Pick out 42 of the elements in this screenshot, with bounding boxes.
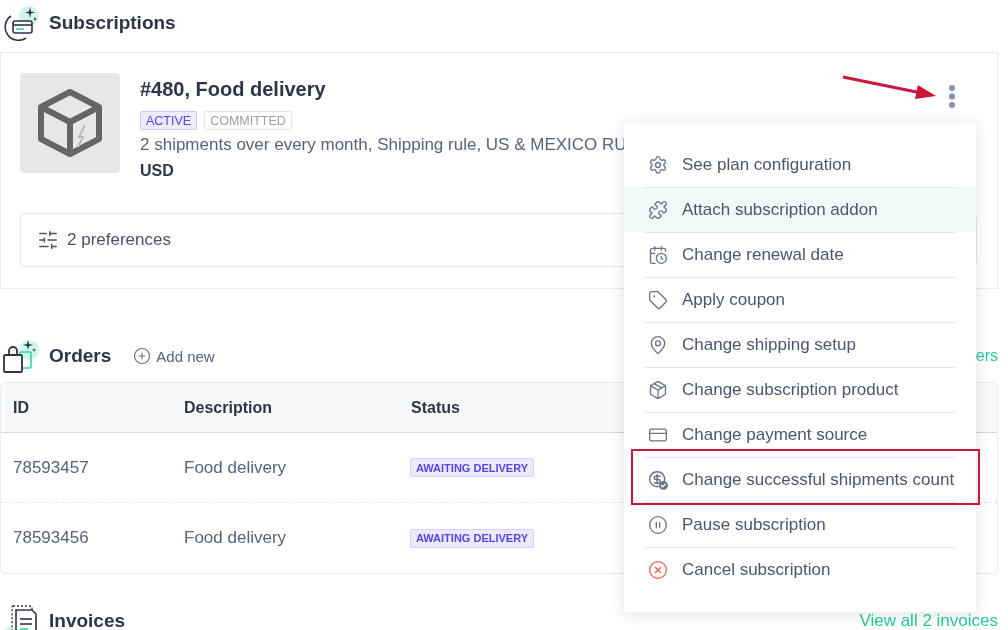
table-cell: 78593457 — [13, 457, 89, 478]
menu-item[interactable]: Change payment source — [624, 412, 976, 457]
box-icon — [648, 380, 668, 400]
gear-icon — [648, 154, 668, 175]
sliders-icon — [37, 229, 59, 251]
status-badge: AWAITING DELIVERY — [410, 528, 535, 548]
table-cell: Food delivery — [184, 528, 287, 548]
status-badge: COMMITTED — [204, 111, 292, 130]
shopping-bag-icon — [2, 339, 40, 373]
plus-circle-icon — [133, 347, 152, 365]
calendar-clock-icon — [648, 245, 668, 265]
menu-item[interactable]: Change subscription product — [624, 367, 976, 412]
cancel-circle-icon — [648, 560, 668, 580]
status-badge: AWAITING DELIVERY — [410, 458, 535, 477]
pause-icon — [648, 515, 668, 535]
column-header: ID — [13, 398, 29, 417]
currency-label: USD — [140, 161, 174, 181]
document-icon — [2, 605, 40, 630]
card-refresh-icon — [2, 5, 40, 41]
menu-item[interactable]: Pause subscription — [624, 502, 976, 547]
menu-item[interactable]: See plan configuration — [624, 142, 976, 187]
menu-item[interactable]: Attach subscription addon — [624, 187, 976, 232]
table-cell: 78593456 — [13, 528, 89, 548]
add-new-button[interactable]: Add new — [133, 347, 215, 365]
menu-item[interactable]: Cancel subscription — [624, 547, 976, 592]
map-pin-icon — [648, 335, 668, 355]
section-title: Orders — [49, 345, 112, 367]
tag-icon — [648, 290, 668, 310]
dollar-check-icon — [648, 470, 668, 490]
menu-item[interactable]: Change successful shipments count — [624, 457, 976, 502]
section-title: Invoices — [49, 610, 126, 630]
puzzle-icon — [648, 200, 668, 220]
menu-item[interactable]: Change shipping setup — [624, 322, 976, 367]
column-header: Status — [411, 398, 460, 417]
vertical-dots-icon — [949, 84, 955, 108]
product-box-icon — [20, 73, 120, 173]
menu-item[interactable]: Apply coupon — [624, 277, 976, 322]
column-header: Description — [184, 398, 272, 417]
status-badge: ACTIVE — [140, 111, 198, 130]
table-cell: Food delivery — [184, 457, 287, 478]
section-title: Subscriptions — [49, 12, 176, 34]
subscription-title: #480, Food delivery — [140, 77, 326, 101]
